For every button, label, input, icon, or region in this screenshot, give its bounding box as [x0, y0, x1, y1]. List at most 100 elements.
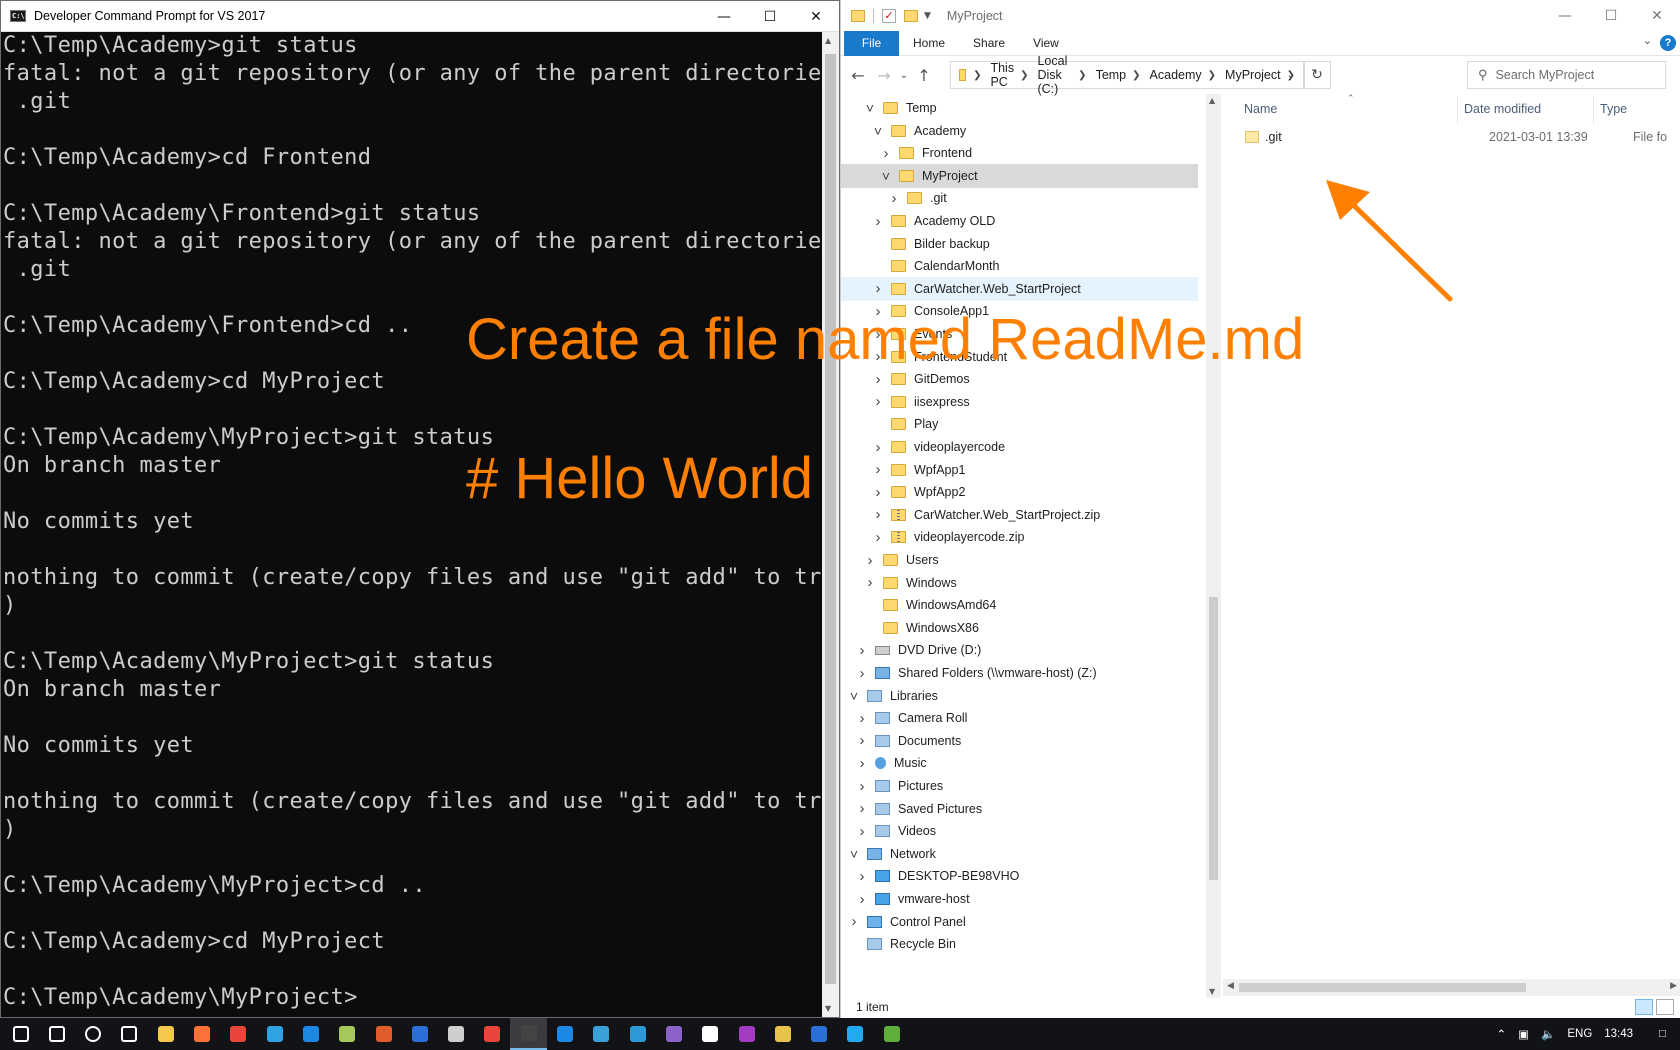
cmd-scrollbar[interactable]: ▲ ▼ [822, 32, 839, 1017]
chevron-right-icon[interactable]: › [871, 393, 885, 410]
chevron-right-icon[interactable]: › [855, 800, 869, 817]
scroll-down-arrow-icon[interactable]: ▼ [1209, 987, 1215, 996]
tree-item[interactable]: ˅ MyProject [841, 163, 1198, 188]
tab-file[interactable]: File [844, 30, 899, 56]
language-indicator[interactable]: ENG [1567, 1028, 1592, 1040]
onenote-icon[interactable] [728, 1018, 765, 1050]
paint-icon[interactable] [583, 1018, 620, 1050]
chevron-down-icon[interactable]: ˅ [871, 123, 885, 139]
tree-item[interactable]: › CarWatcher.Web_StartProject [841, 276, 1198, 301]
chevron-right-icon[interactable]: › [855, 778, 869, 795]
archive-icon[interactable] [764, 1018, 801, 1050]
chevron-right-icon[interactable]: ❯ [1132, 70, 1140, 81]
file-list-horizontal-scrollbar[interactable]: ◀ ▶ [1223, 979, 1680, 996]
tree-item[interactable]: ˅ Temp [841, 96, 1198, 120]
tree-item[interactable]: › Camera Roll [841, 706, 1198, 730]
chevron-right-icon[interactable]: › [847, 913, 861, 930]
tree-item[interactable]: › .git [841, 186, 1198, 210]
explorer-title-bar[interactable]: ✓ ▼ MyProject — ☐ ✕ [841, 0, 1680, 31]
tree-item[interactable]: › Documents [841, 729, 1198, 753]
navigation-scroll-thumb[interactable] [1209, 597, 1218, 880]
chrome-icon[interactable] [220, 1018, 257, 1050]
tree-item[interactable]: › Windows [841, 571, 1198, 595]
properties-icon[interactable]: ✓ [882, 8, 896, 23]
chevron-right-icon[interactable]: › [855, 868, 869, 885]
column-header-type[interactable]: Type [1600, 102, 1627, 116]
tab-share[interactable]: Share [959, 31, 1019, 56]
breadcrumb-local-disk[interactable]: Local Disk (C:) [1037, 54, 1072, 96]
chevron-right-icon[interactable]: › [887, 190, 901, 207]
tree-item[interactable]: ˅ Libraries [841, 684, 1198, 708]
cmd-output[interactable]: C:\Temp\Academy>git status fatal: not a g… [1, 32, 824, 1017]
tree-item[interactable]: › DVD Drive (D:) [841, 638, 1198, 662]
tray-overflow-icon[interactable]: ⌃ [1497, 1027, 1507, 1041]
lambda-icon[interactable] [365, 1018, 402, 1050]
edge-icon[interactable] [256, 1018, 293, 1050]
maximize-button[interactable]: ☐ [1588, 0, 1634, 31]
tree-item[interactable]: › Frontend [841, 141, 1198, 165]
chevron-right-icon[interactable]: › [871, 529, 885, 546]
expand-ribbon-icon[interactable]: ⌄ [1643, 34, 1652, 47]
column-header-name[interactable]: Name [1244, 102, 1277, 116]
tree-item[interactable]: Recycle Bin [841, 932, 1198, 956]
tree-item[interactable]: ˅ Network [841, 842, 1198, 866]
cortana-icon[interactable] [75, 1018, 112, 1050]
scroll-right-arrow-icon[interactable]: ▶ [1670, 981, 1677, 991]
chevron-right-icon[interactable]: › [855, 891, 869, 908]
scroll-up-arrow-icon[interactable]: ▲ [825, 36, 831, 45]
tree-item[interactable]: ˅ Academy [841, 119, 1198, 143]
chevron-right-icon[interactable]: › [855, 710, 869, 727]
column-header-date-modified[interactable]: Date modified [1464, 102, 1541, 116]
tab-home[interactable]: Home [899, 31, 959, 56]
tree-item[interactable]: › Users [841, 548, 1198, 572]
chevron-right-icon[interactable]: › [871, 371, 885, 388]
cmd-title-bar[interactable]: C:\ Developer Command Prompt for VS 2017… [1, 1, 839, 32]
minimize-button[interactable]: — [701, 1, 747, 32]
windows-store-icon[interactable] [547, 1018, 584, 1050]
tree-item[interactable]: › DESKTOP-BE98VHO [841, 864, 1198, 888]
tree-item[interactable]: Play [841, 412, 1198, 436]
chevron-right-icon[interactable]: › [855, 755, 869, 772]
back-arrow-icon[interactable]: ← [845, 66, 871, 85]
task-view-icon[interactable] [111, 1018, 148, 1050]
column-divider[interactable] [1457, 96, 1458, 124]
chevron-right-icon[interactable]: › [855, 642, 869, 659]
volume-icon[interactable]: 🔈 [1541, 1027, 1555, 1041]
large-icons-view-icon[interactable] [1656, 999, 1674, 1015]
breadcrumb-myproject[interactable]: MyProject [1225, 68, 1281, 82]
file-explorer-window[interactable]: ✓ ▼ MyProject — ☐ ✕ File Home Share View… [840, 0, 1680, 1018]
book-icon[interactable] [401, 1018, 438, 1050]
notepad-icon[interactable] [329, 1018, 366, 1050]
cmd-icon[interactable] [510, 1018, 548, 1050]
horizontal-scroll-thumb[interactable] [1239, 983, 1526, 992]
navigation-scrollbar[interactable]: ▲ ▼ [1206, 94, 1221, 998]
pen-icon[interactable] [619, 1018, 656, 1050]
file-explorer-icon[interactable] [147, 1018, 184, 1050]
notifications-icon[interactable]: □ [1659, 1028, 1666, 1040]
tree-item[interactable]: › Pictures [841, 774, 1198, 798]
chevron-right-icon[interactable]: ❯ [1208, 70, 1216, 81]
start-icon[interactable] [2, 1018, 39, 1050]
clock[interactable]: 13:43 [1604, 1028, 1633, 1040]
chevron-right-icon[interactable]: ❯ [1078, 70, 1086, 81]
chevron-right-icon[interactable]: › [871, 484, 885, 501]
search-input[interactable]: ⚲ Search MyProject [1467, 61, 1666, 89]
tree-item[interactable]: › Videos [841, 819, 1198, 843]
calculator-icon[interactable] [438, 1018, 475, 1050]
maps-icon[interactable] [292, 1018, 329, 1050]
tree-item[interactable]: › iisexpress [841, 390, 1198, 414]
chevron-right-icon[interactable]: › [871, 280, 885, 297]
breadcrumb-this-pc[interactable]: This PC [990, 61, 1014, 89]
minimize-button[interactable]: — [1542, 0, 1588, 31]
help-icon[interactable]: ? [1660, 35, 1676, 51]
network-icon[interactable]: ▣ [1518, 1027, 1529, 1041]
notes-icon[interactable] [692, 1018, 729, 1050]
new-folder-icon[interactable] [904, 9, 918, 22]
tree-item[interactable]: Bilder backup [841, 232, 1198, 256]
tree-item[interactable]: › videoplayercode.zip [841, 525, 1198, 549]
tree-item[interactable]: › Shared Folders (\\vmware-host) (Z:) [841, 661, 1198, 685]
chevron-right-icon[interactable]: ❯ [1020, 70, 1028, 81]
chevron-right-icon[interactable]: › [871, 439, 885, 456]
tab-view[interactable]: View [1019, 31, 1073, 56]
chevron-right-icon[interactable]: › [871, 213, 885, 230]
